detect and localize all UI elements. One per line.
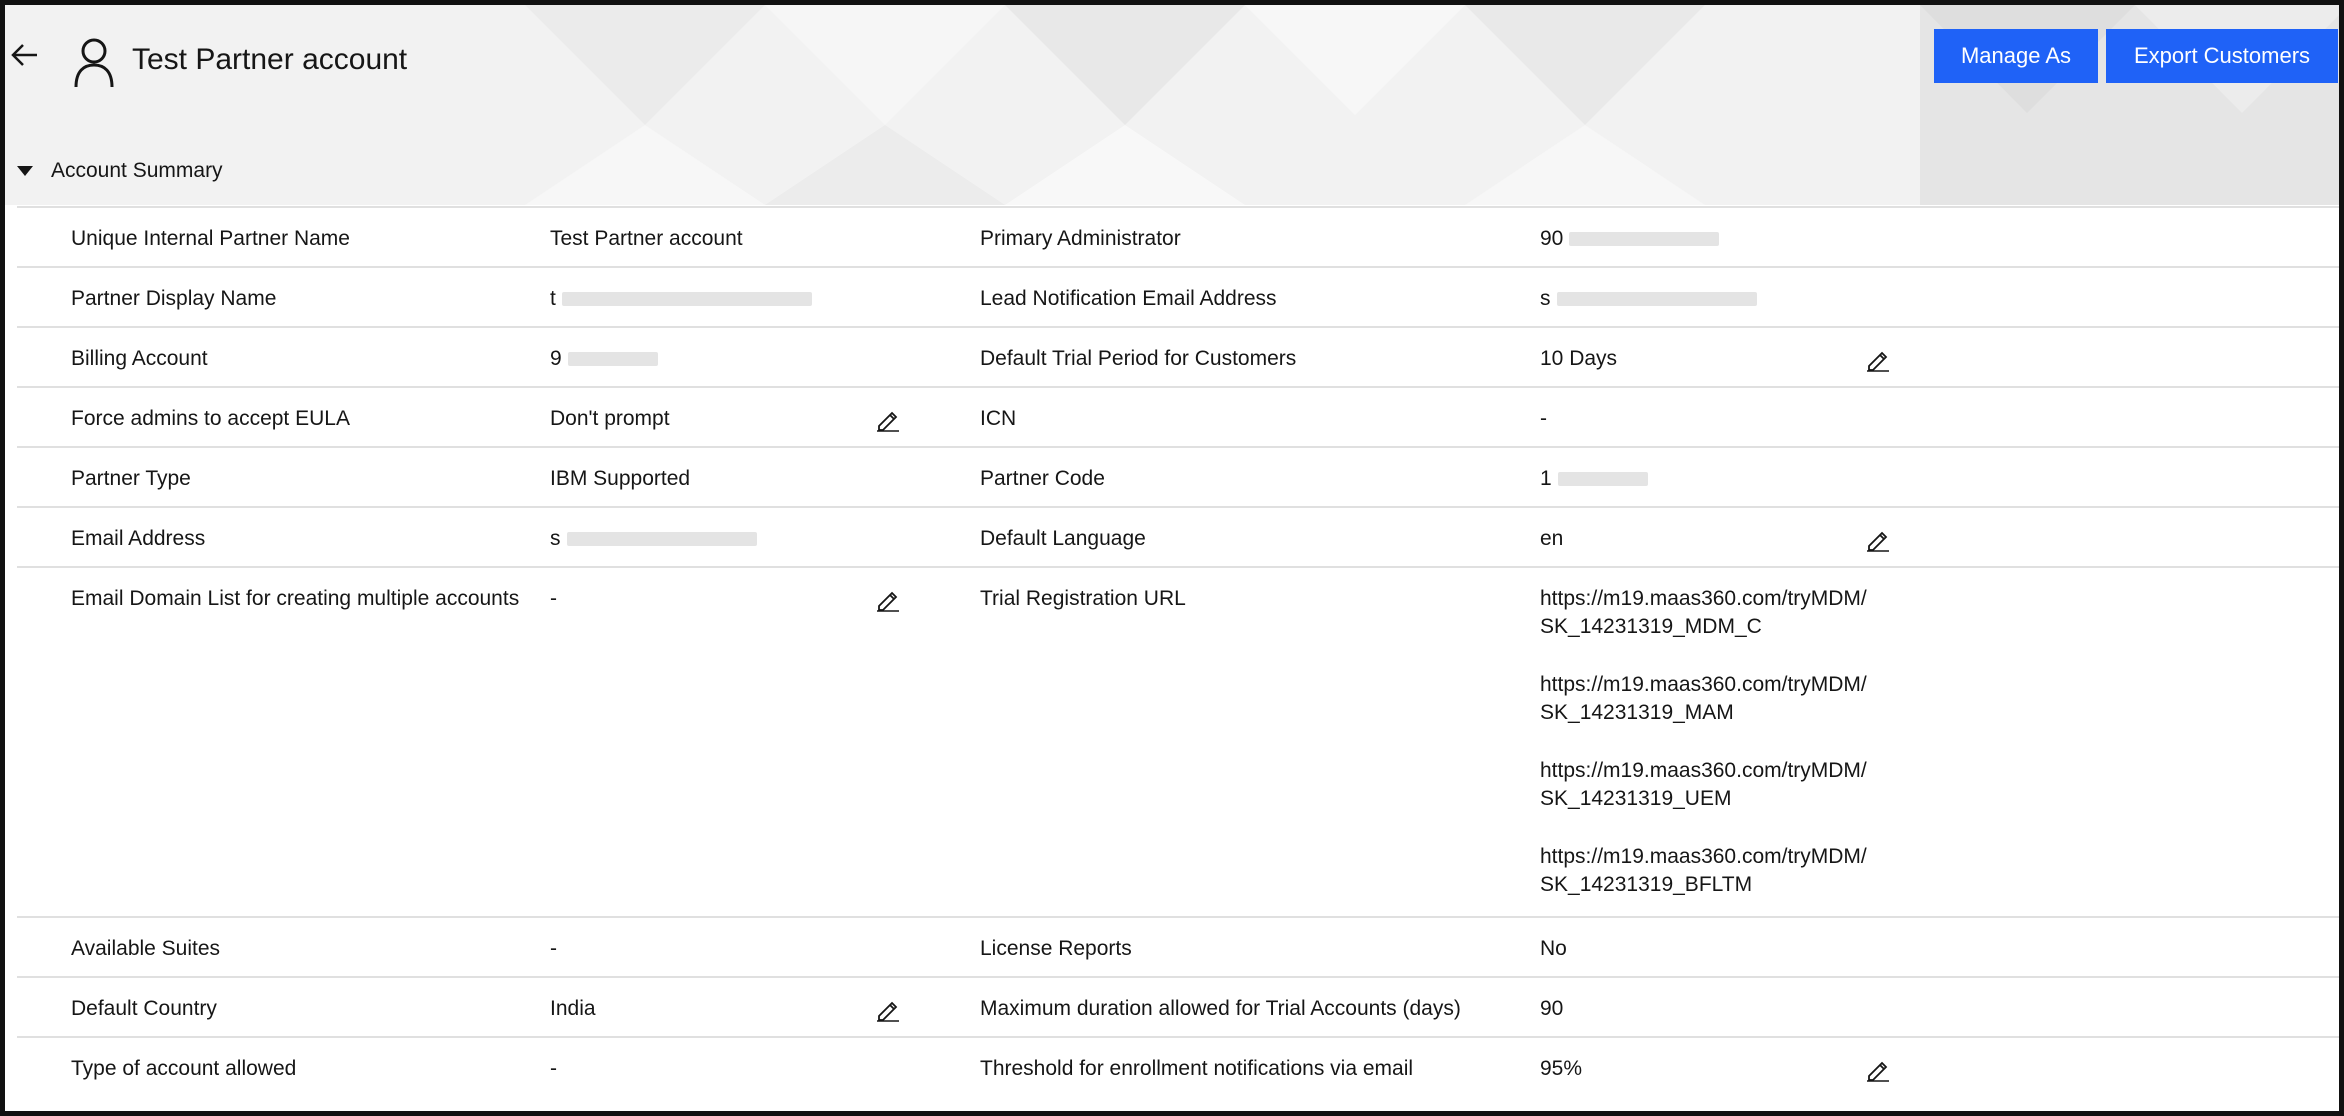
field-label: Billing Account xyxy=(71,347,208,370)
field-value: 90 xyxy=(1540,997,1564,1020)
field-value: No xyxy=(1540,937,1567,960)
field-label: Available Suites xyxy=(71,937,221,960)
field-label: Trial Registration URL xyxy=(980,587,1186,610)
table-row: Force admins to accept EULA Don't prompt… xyxy=(17,386,2339,446)
field-label: Default Country xyxy=(71,997,217,1020)
pencil-icon[interactable] xyxy=(1865,346,1891,372)
pencil-icon[interactable] xyxy=(1865,526,1891,552)
field-label: Unique Internal Partner Name xyxy=(71,227,350,250)
back-button[interactable] xyxy=(9,39,41,71)
export-customers-button[interactable]: Export Customers xyxy=(2106,29,2338,83)
field-label: Email Address xyxy=(71,527,206,550)
field-value: 10 Days xyxy=(1540,347,1618,370)
field-value: India xyxy=(550,997,596,1020)
section-title: Account Summary xyxy=(51,159,223,182)
field-value: - xyxy=(550,1057,557,1080)
caret-down-icon xyxy=(17,166,33,176)
user-icon xyxy=(67,35,121,89)
table-row: Available Suites - License Reports No xyxy=(17,916,2339,976)
field-label: Default Trial Period for Customers xyxy=(980,347,1297,370)
trial-url-link[interactable]: https://m19.maas360.com/tryMDM/SK_142313… xyxy=(1540,843,1870,899)
field-label: Primary Administrator xyxy=(980,227,1181,250)
account-summary-table: Unique Internal Partner Name Test Partne… xyxy=(17,206,2339,1096)
pencil-icon[interactable] xyxy=(875,586,901,612)
pencil-icon[interactable] xyxy=(1865,1056,1891,1082)
field-value: 95% xyxy=(1540,1057,1583,1080)
field-label: Partner Display Name xyxy=(71,287,277,310)
field-value: - xyxy=(550,937,557,960)
page-frame: Test Partner account Manage As Export Cu… xyxy=(0,0,2344,1116)
field-label: Email Domain List for creating multiple … xyxy=(71,587,520,610)
field-value-redacted: 90 xyxy=(1540,225,1870,253)
field-label: Maximum duration allowed for Trial Accou… xyxy=(980,997,1461,1020)
field-label: Type of account allowed xyxy=(71,1057,297,1080)
table-row: Partner Type IBM Supported Partner Code … xyxy=(17,446,2339,506)
field-value-redacted: t xyxy=(550,285,812,313)
table-row: Unique Internal Partner Name Test Partne… xyxy=(17,206,2339,266)
field-label: License Reports xyxy=(980,937,1132,960)
trial-url-link[interactable]: https://m19.maas360.com/tryMDM/SK_142313… xyxy=(1540,585,1870,641)
page-title: Test Partner account xyxy=(132,43,408,76)
field-value: Don't prompt xyxy=(550,407,670,430)
field-label: Lead Notification Email Address xyxy=(980,287,1277,310)
field-value-redacted: 1 xyxy=(1540,465,1870,493)
field-value-redacted: s xyxy=(550,525,757,553)
account-summary-toggle[interactable]: Account Summary xyxy=(17,159,223,183)
field-value: Test Partner account xyxy=(550,227,743,250)
field-label: Force admins to accept EULA xyxy=(71,407,350,430)
field-label: Default Language xyxy=(980,527,1146,550)
field-label: ICN xyxy=(980,407,1017,430)
field-label: Threshold for enrollment notifications v… xyxy=(980,1057,1414,1080)
table-row: Type of account allowed - Threshold for … xyxy=(17,1036,2339,1096)
field-value: - xyxy=(1540,407,1547,430)
pencil-icon[interactable] xyxy=(875,996,901,1022)
trial-url-link[interactable]: https://m19.maas360.com/tryMDM/SK_142313… xyxy=(1540,757,1870,813)
field-value-redacted: s xyxy=(1540,285,1870,313)
field-label: Partner Type xyxy=(71,467,191,490)
trial-url-link[interactable]: https://m19.maas360.com/tryMDM/SK_142313… xyxy=(1540,671,1870,727)
table-row: Email Address s Default Language en xyxy=(17,506,2339,566)
table-row: Partner Display Name t Lead Notification… xyxy=(17,266,2339,326)
arrow-left-icon xyxy=(11,44,37,66)
field-value: en xyxy=(1540,527,1564,550)
table-row: Billing Account 9 Default Trial Period f… xyxy=(17,326,2339,386)
pencil-icon[interactable] xyxy=(875,406,901,432)
manage-as-button[interactable]: Manage As xyxy=(1934,29,2098,83)
field-value: IBM Supported xyxy=(550,467,691,490)
field-label: Partner Code xyxy=(980,467,1105,490)
field-value: - xyxy=(550,587,557,610)
trial-url-list: https://m19.maas360.com/tryMDM/SK_142313… xyxy=(1540,585,1870,929)
table-row: Email Domain List for creating multiple … xyxy=(17,566,2339,916)
table-row: Default Country India Maximum duration a… xyxy=(17,976,2339,1036)
field-value-redacted: 9 xyxy=(550,345,658,373)
